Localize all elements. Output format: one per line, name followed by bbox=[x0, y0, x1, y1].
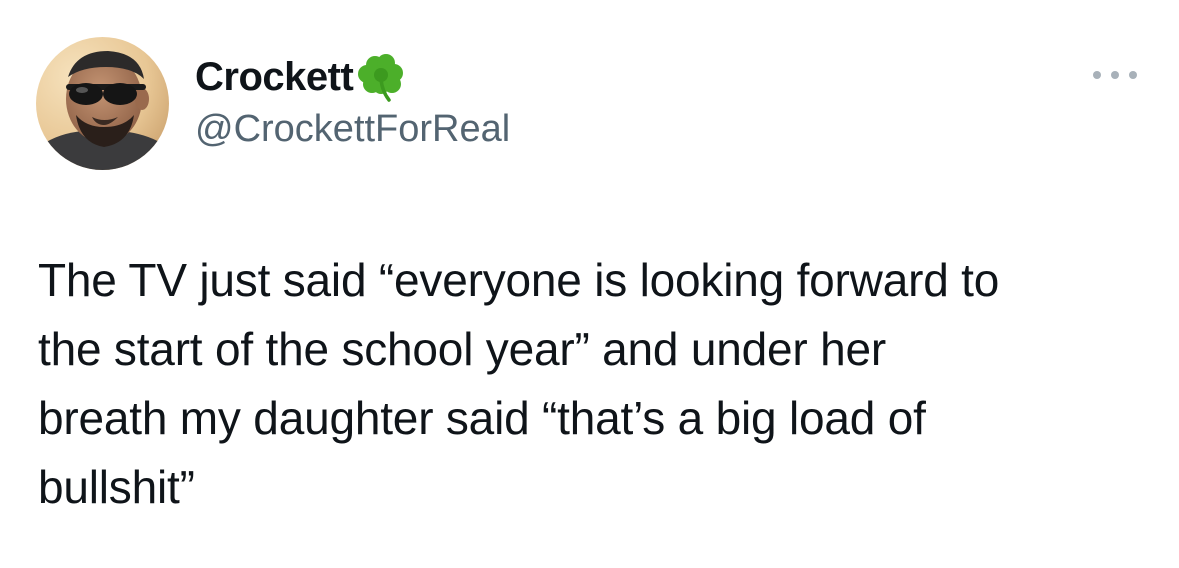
tweet-text: The TV just said “everyone is looking fo… bbox=[38, 246, 1148, 522]
four-leaf-clover-icon bbox=[356, 51, 408, 103]
avatar-photo bbox=[36, 37, 169, 170]
author-display-name[interactable]: Crockett bbox=[195, 55, 354, 100]
more-horizontal-icon-dot bbox=[1129, 71, 1137, 79]
author-avatar[interactable] bbox=[36, 37, 169, 170]
author-handle[interactable]: @CrockettForReal bbox=[195, 108, 510, 151]
more-horizontal-icon bbox=[1093, 71, 1101, 79]
author-name-row: Crockett bbox=[195, 52, 408, 102]
more-options-button[interactable] bbox=[1089, 60, 1141, 90]
tweet-text-line: bullshit” bbox=[38, 461, 195, 513]
more-horizontal-icon-dot bbox=[1111, 71, 1119, 79]
tweet-card: Crockett @CrockettForReal The TV just sa… bbox=[0, 0, 1179, 568]
tweet-text-line: breath my daughter said “that’s a big lo… bbox=[38, 392, 926, 444]
tweet-text-line: The TV just said “everyone is looking fo… bbox=[38, 254, 1000, 306]
tweet-text-line: the start of the school year” and under … bbox=[38, 323, 887, 375]
